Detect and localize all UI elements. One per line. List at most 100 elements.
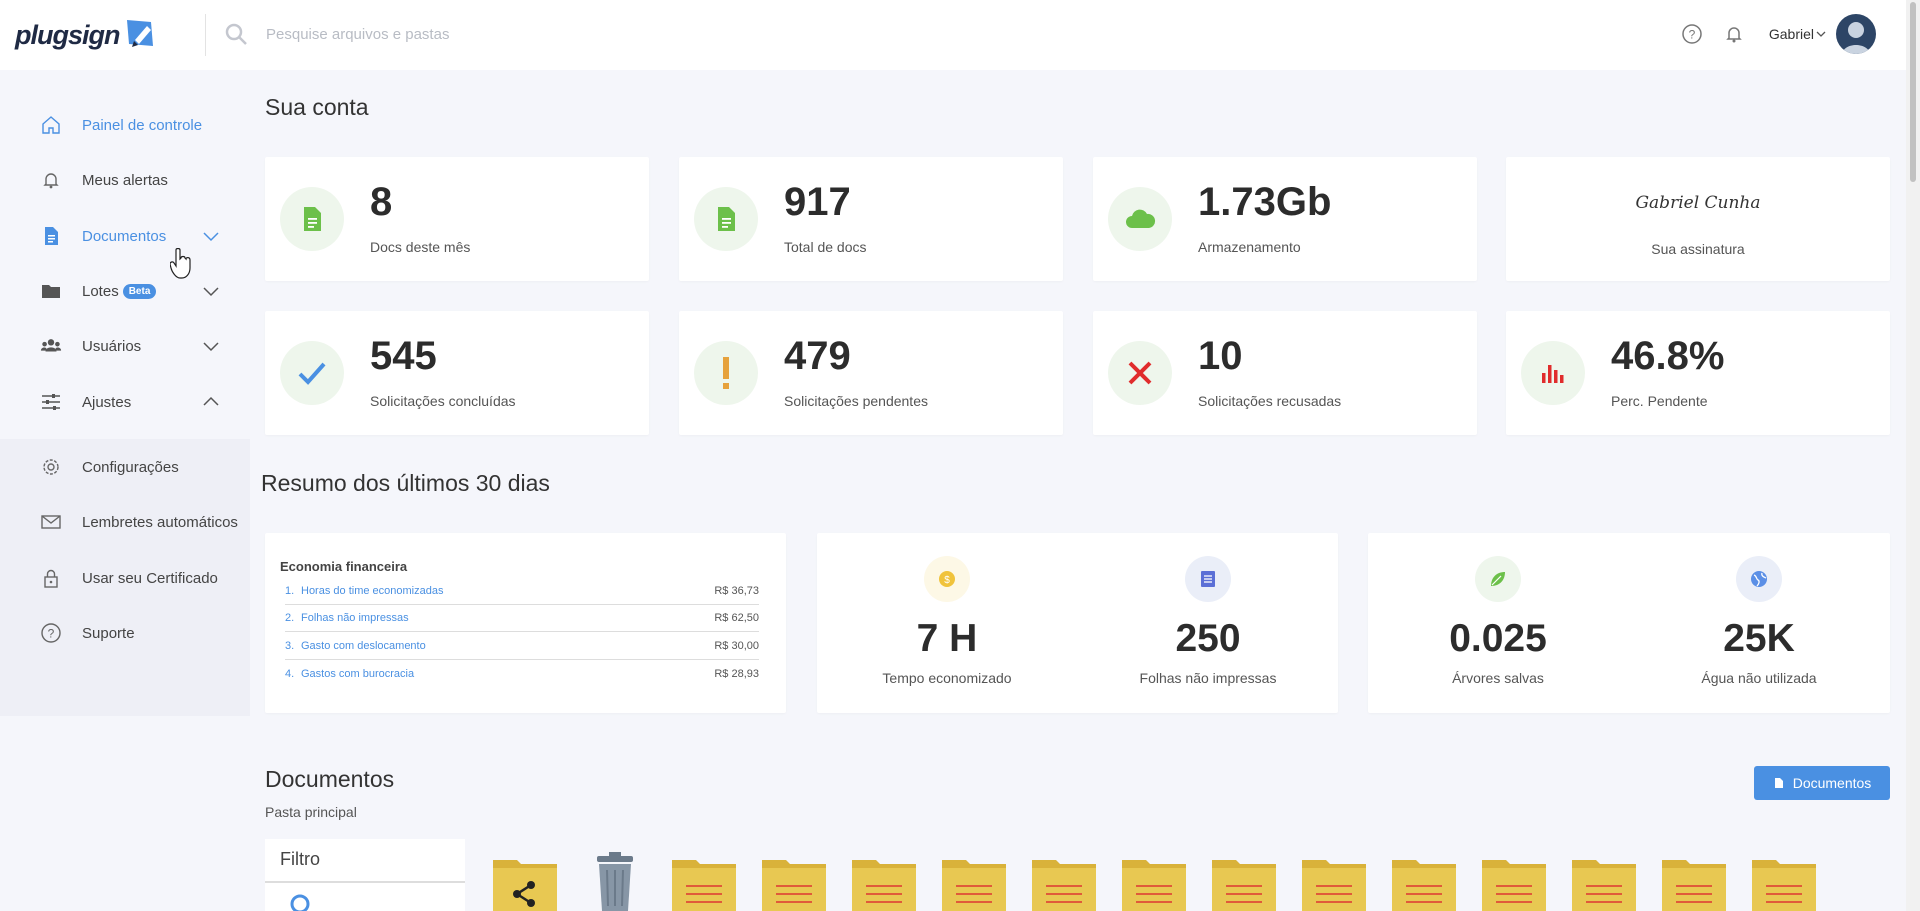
document-icon xyxy=(40,225,62,247)
stat-card-total-docs: 917 Total de docs xyxy=(679,157,1063,281)
folder-icon[interactable] xyxy=(1032,854,1096,911)
folder-icon[interactable] xyxy=(762,854,826,911)
sidebar-item-configuracoes[interactable]: Configurações xyxy=(0,439,250,495)
stat-label: Solicitações pendentes xyxy=(784,393,928,409)
sidebar-item-label: Lembretes automáticos xyxy=(82,513,238,531)
economy-item-value: R$ 28,93 xyxy=(714,667,759,680)
list-item[interactable]: 3. Gasto com deslocamento R$ 30,00 xyxy=(285,633,759,660)
coin-icon: $ xyxy=(924,556,970,602)
chevron-down-icon[interactable] xyxy=(1816,29,1826,39)
sidebar-item-documentos[interactable]: Documentos xyxy=(0,208,250,264)
summary-title: Resumo dos últimos 30 dias xyxy=(261,470,550,496)
ajustes-submenu: Configurações Lembretes automáticos Usar… xyxy=(0,439,250,716)
sidebar-item-lembretes[interactable]: Lembretes automáticos xyxy=(0,494,250,550)
folder-icon[interactable] xyxy=(1212,854,1276,911)
stat-label: Armazenamento xyxy=(1198,239,1301,255)
documents-button-label: Documentos xyxy=(1792,775,1872,791)
folder-icon[interactable] xyxy=(1482,854,1546,911)
metric-trees: 0.025 Árvores salvas xyxy=(1368,556,1628,686)
chevron-down-icon[interactable] xyxy=(202,228,220,244)
sidebar-item-label: Suporte xyxy=(82,624,135,642)
metric-value: 25K xyxy=(1723,617,1795,660)
documents-button[interactable]: Documentos xyxy=(1754,766,1890,800)
sidebar-item-usuarios[interactable]: Usuários xyxy=(0,318,250,374)
stat-card-concluidas: 545 Solicitações concluídas xyxy=(265,311,649,435)
search-input[interactable] xyxy=(266,25,766,43)
filter-panel: Filtro xyxy=(265,839,465,911)
user-name[interactable]: Gabriel xyxy=(1769,26,1814,42)
lock-icon xyxy=(40,567,62,589)
document-icon xyxy=(280,187,344,251)
cloud-icon xyxy=(1108,187,1172,251)
stat-card-storage: 1.73Gb Armazenamento xyxy=(1093,157,1477,281)
sidebar-item-ajustes[interactable]: Ajustes xyxy=(0,374,250,430)
economy-item-value: R$ 30,00 xyxy=(714,640,759,652)
folder-icon[interactable] xyxy=(1392,854,1456,911)
economy-item-link[interactable]: Horas do time economizadas xyxy=(301,585,714,597)
stat-value: 46.8% xyxy=(1611,334,1725,378)
chevron-down-icon[interactable] xyxy=(202,283,220,299)
folder-icon[interactable] xyxy=(942,854,1006,911)
economy-item-link[interactable]: Gasto com deslocamento xyxy=(301,640,714,652)
avatar[interactable] xyxy=(1836,14,1876,54)
beta-badge: Beta xyxy=(122,283,157,299)
sidebar-item-label: Configurações xyxy=(82,458,179,476)
folder-icon[interactable] xyxy=(1662,854,1726,911)
economy-item-value: R$ 62,50 xyxy=(714,612,759,624)
sidebar-item-certificado[interactable]: Usar seu Certificado xyxy=(0,550,250,606)
help-icon: ? xyxy=(40,622,62,644)
logo[interactable]: plugsign xyxy=(15,16,159,54)
list-item[interactable]: 4. Gastos com burocracia R$ 28,93 xyxy=(285,660,759,687)
folder-icon[interactable] xyxy=(852,854,916,911)
sidebar-item-painel[interactable]: Painel de controle xyxy=(0,97,250,153)
sidebar-item-label: Usar seu Certificado xyxy=(82,569,218,587)
sidebar: Painel de controle Meus alertas Document… xyxy=(0,70,250,911)
search-icon xyxy=(225,23,247,45)
signature-image: Gabriel Cunha xyxy=(1635,193,1761,213)
list-item[interactable]: 2. Folhas não impressas R$ 62,50 xyxy=(285,605,759,632)
folder-icon[interactable] xyxy=(1752,854,1816,911)
search-bar[interactable] xyxy=(224,22,766,46)
main-content: Sua conta 8 Docs deste mês 917 Total de … xyxy=(250,70,1906,911)
signature-card[interactable]: Gabriel Cunha Sua assinatura xyxy=(1506,157,1890,281)
metric-label: Tempo economizado xyxy=(882,670,1012,686)
scrollbar[interactable] xyxy=(1906,0,1920,911)
metric-value: 250 xyxy=(1175,617,1241,660)
list-item[interactable]: 1. Horas do time economizadas R$ 36,73 xyxy=(285,578,759,605)
trash-icon[interactable] xyxy=(583,850,647,911)
economy-item-link[interactable]: Gastos com burocracia xyxy=(301,668,714,680)
bell-icon[interactable] xyxy=(1723,23,1745,45)
folder-icon[interactable] xyxy=(1122,854,1186,911)
help-icon[interactable]: ? xyxy=(1681,23,1703,45)
folder-icon[interactable] xyxy=(1572,854,1636,911)
folder-icon[interactable] xyxy=(1302,854,1366,911)
topbar-right: ? Gabriel xyxy=(1681,14,1876,54)
stat-card-perc-pendente: 46.8% Perc. Pendente xyxy=(1506,311,1890,435)
stat-label: Perc. Pendente xyxy=(1611,393,1708,409)
mouse-cursor-icon xyxy=(170,248,191,279)
breadcrumb[interactable]: Pasta principal xyxy=(265,804,357,820)
stat-value: 8 xyxy=(370,180,393,224)
sidebar-item-label: Usuários xyxy=(82,337,142,355)
document-icon xyxy=(1774,778,1783,788)
svg-text:?: ? xyxy=(48,627,55,641)
radio-button-icon[interactable] xyxy=(289,893,311,911)
chevron-up-icon[interactable] xyxy=(202,394,220,410)
sidebar-item-label: Painel de controle xyxy=(82,116,203,134)
stat-value: 1.73Gb xyxy=(1198,180,1332,224)
sidebar-item-alertas[interactable]: Meus alertas xyxy=(0,152,250,208)
economy-item-link[interactable]: Folhas não impressas xyxy=(301,612,714,624)
metric-label: Árvores salvas xyxy=(1452,670,1544,686)
stat-value: 545 xyxy=(370,334,437,378)
time-sheets-card: $ 7 H Tempo economizado 250 Folhas não i… xyxy=(817,533,1338,713)
envelope-icon xyxy=(40,511,62,533)
metric-water: 25K Água não utilizada xyxy=(1629,556,1889,686)
globe-icon xyxy=(1736,556,1782,602)
chevron-down-icon[interactable] xyxy=(202,338,220,354)
folder-icon[interactable] xyxy=(672,854,736,911)
stat-value: 479 xyxy=(784,334,851,378)
sidebar-item-lotes[interactable]: Lotes Beta xyxy=(0,263,250,319)
shared-folder-icon[interactable] xyxy=(493,854,557,911)
sidebar-item-suporte[interactable]: ? Suporte xyxy=(0,605,250,661)
scrollbar-thumb[interactable] xyxy=(1910,2,1916,182)
